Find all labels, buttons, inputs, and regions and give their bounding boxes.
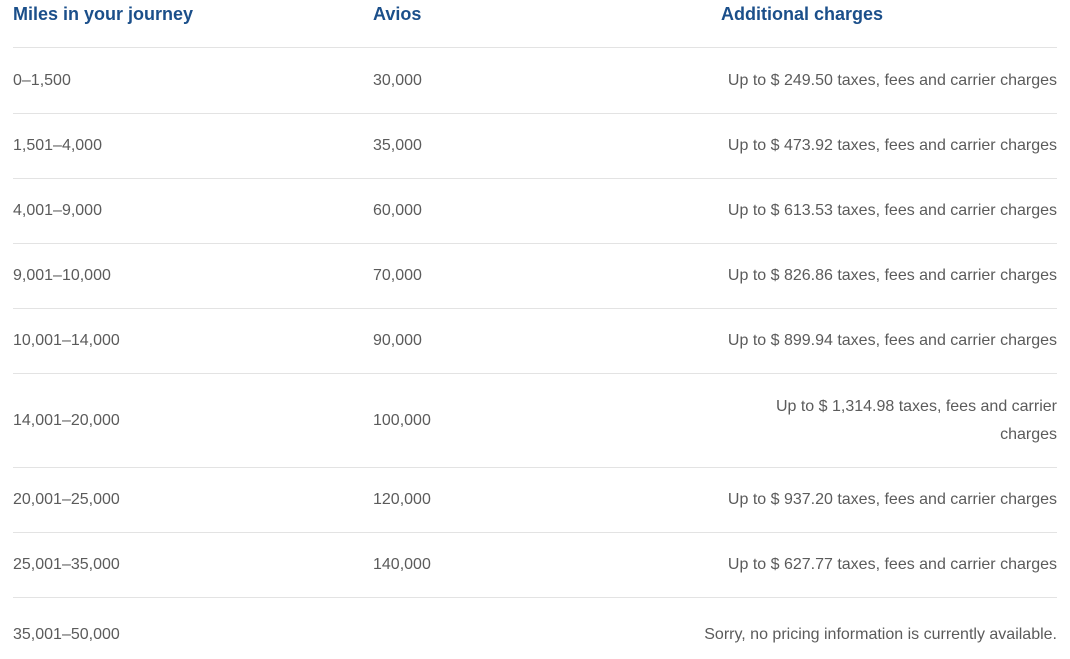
table-row: 14,001–20,000 100,000 Up to $ 1,314.98 t… [13, 373, 1057, 467]
avios-pricing-table: Miles in your journey Avios Additional c… [13, 0, 1057, 659]
charges-cell: Up to $ 249.50 taxes, fees and carrier c… [727, 71, 1057, 89]
miles-cell: 1,501–4,000 [13, 137, 102, 154]
table-row: 1,501–4,000 35,000 Up to $ 473.92 taxes,… [13, 113, 1057, 178]
charges-cell: Up to $ 627.77 taxes, fees and carrier c… [727, 556, 1057, 573]
avios-cell: 120,000 [373, 491, 431, 508]
charges-text: Up to $ 1,314.98 taxes, fees and carrier… [775, 397, 1057, 443]
table-row: 0–1,500 30,000 Up to $ 249.50 taxes, fee… [13, 48, 1057, 113]
table-row: 25,001–35,000 140,000 Up to $ 627.77 tax… [13, 532, 1057, 597]
charges-cell: Sorry, no pricing information is current… [704, 626, 1057, 643]
miles-cell: 0–1,500 [13, 71, 71, 89]
avios-cell: 140,000 [373, 556, 431, 573]
miles-cell: 9,001–10,000 [13, 267, 111, 284]
charges-cell: Up to $ 899.94 taxes, fees and carrier c… [727, 332, 1057, 349]
avios-cell [373, 598, 573, 621]
charges-cell: Up to $ 937.20 taxes, fees and carrier c… [727, 491, 1057, 508]
miles-cell: 35,001–50,000 [13, 626, 120, 643]
charges-cell: Up to $ 613.53 taxes, fees and carrier c… [727, 202, 1057, 219]
miles-cell: 4,001–9,000 [13, 202, 102, 219]
avios-cell: 35,000 [373, 137, 422, 154]
miles-cell: 20,001–25,000 [13, 491, 120, 508]
table-row: 10,001–14,000 90,000 Up to $ 899.94 taxe… [13, 308, 1057, 373]
header-charges: Additional charges [721, 4, 884, 24]
table-row: 9,001–10,000 70,000 Up to $ 826.86 taxes… [13, 243, 1057, 308]
avios-cell: 70,000 [373, 267, 422, 284]
charges-cell: Up to $ 1,314.98 taxes, fees and carrier… [573, 393, 1057, 449]
header-avios: Avios [373, 4, 422, 24]
miles-cell: 25,001–35,000 [13, 556, 120, 573]
miles-cell: 10,001–14,000 [13, 332, 120, 349]
avios-cell: 100,000 [373, 411, 431, 429]
avios-cell: 30,000 [373, 71, 422, 89]
header-miles: Miles in your journey [13, 4, 194, 24]
table-header: Miles in your journey Avios Additional c… [13, 0, 1057, 48]
charges-cell: Up to $ 473.92 taxes, fees and carrier c… [727, 137, 1057, 154]
table-row: 20,001–25,000 120,000 Up to $ 937.20 tax… [13, 467, 1057, 532]
table-row: 35,001–50,000 Sorry, no pricing informat… [13, 597, 1057, 659]
avios-cell: 90,000 [373, 332, 422, 349]
table-row: 4,001–9,000 60,000 Up to $ 613.53 taxes,… [13, 178, 1057, 243]
miles-cell: 14,001–20,000 [13, 411, 120, 429]
avios-cell: 60,000 [373, 202, 422, 219]
charges-cell: Up to $ 826.86 taxes, fees and carrier c… [727, 267, 1057, 284]
